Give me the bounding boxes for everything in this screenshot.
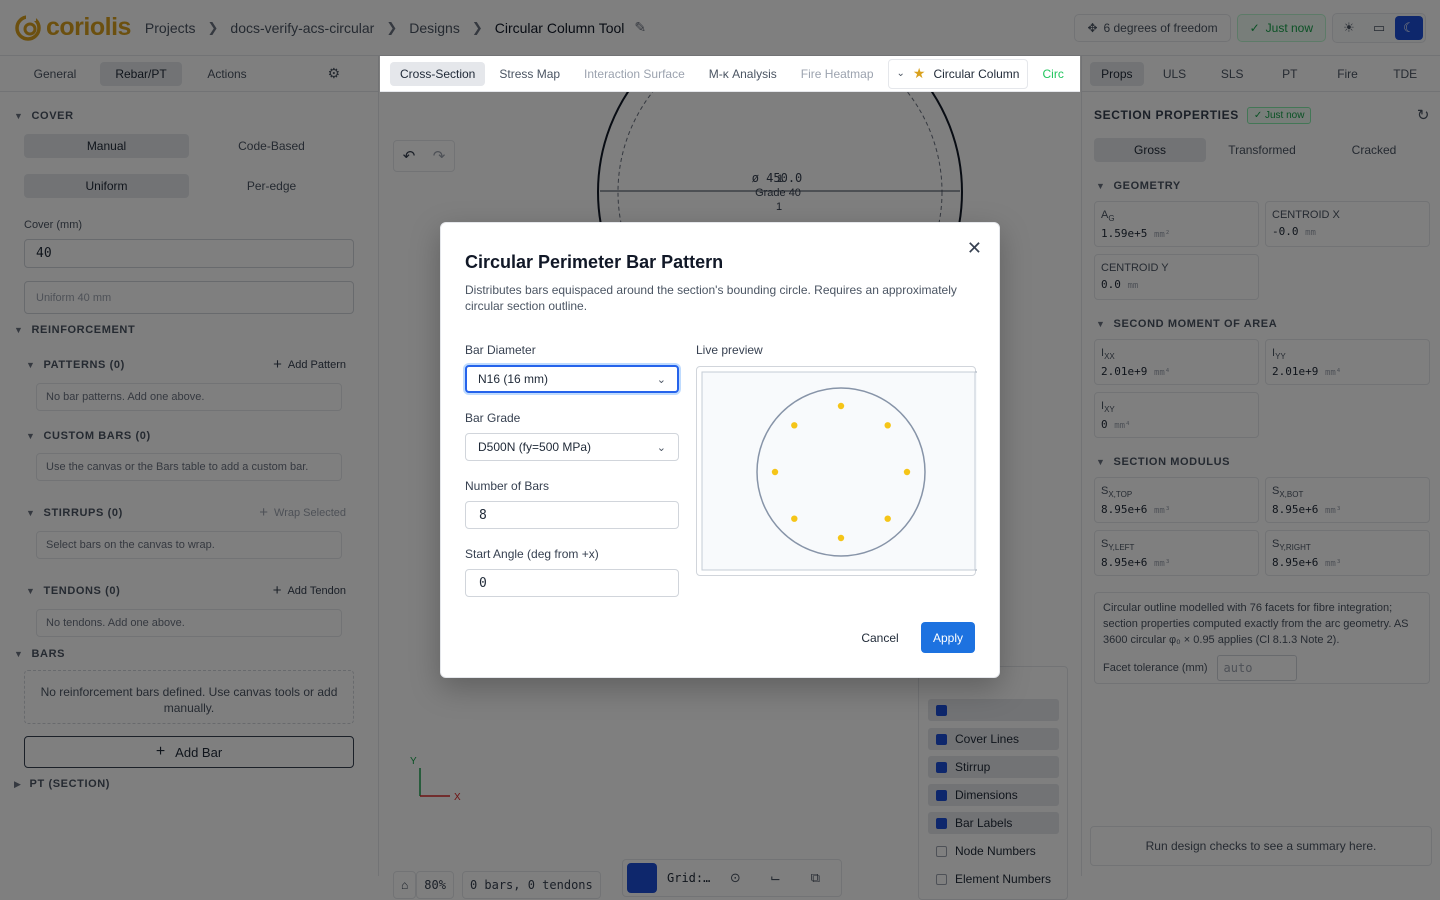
preset-selector[interactable]: ⌄ ★ Circular Column xyxy=(887,58,1029,89)
preview-bar xyxy=(771,468,779,476)
num-bars-input[interactable]: 8 xyxy=(465,501,679,529)
preview-drawing xyxy=(701,371,981,571)
bar-grade-value: D500N (fy=500 MPa) xyxy=(478,440,592,454)
preview-bar xyxy=(837,402,845,410)
preset-label: Circular Column xyxy=(933,66,1020,81)
tab-m-kappa[interactable]: M-κ Analysis xyxy=(699,62,787,86)
preview-bar xyxy=(837,534,845,542)
preview-bar xyxy=(884,422,891,429)
start-angle-label: Start Angle (deg from +x) xyxy=(465,547,599,561)
star-icon: ★ xyxy=(912,65,926,81)
close-icon[interactable]: ✕ xyxy=(967,238,982,259)
live-preview xyxy=(696,366,981,576)
chevron-down-icon: ⌄ xyxy=(896,68,905,79)
bar-grade-label: Bar Grade xyxy=(465,411,521,425)
dialog-description: Distributes bars equispaced around the s… xyxy=(465,283,957,313)
cancel-button[interactable]: Cancel xyxy=(849,623,911,653)
tab-truncated[interactable]: Circ xyxy=(1032,62,1073,86)
chevron-down-icon: ⌄ xyxy=(656,441,666,454)
tab-stress-map[interactable]: Stress Map xyxy=(489,62,570,86)
bar-diameter-value: N16 (16 mm) xyxy=(478,372,549,386)
dialog-title: Circular Perimeter Bar Pattern xyxy=(465,252,724,272)
view-tabs: Cross-Section Stress Map Interaction Sur… xyxy=(380,56,1080,92)
preview-bar xyxy=(903,468,911,476)
preview-bar xyxy=(791,422,798,429)
tab-cross-section[interactable]: Cross-Section xyxy=(390,61,486,86)
num-bars-label: Number of Bars xyxy=(465,479,550,493)
bar-grade-select[interactable]: D500N (fy=500 MPa) ⌄ xyxy=(465,433,679,461)
tab-fire-heatmap[interactable]: Fire Heatmap xyxy=(791,62,884,86)
preview-bar xyxy=(884,515,891,522)
preview-bar xyxy=(791,515,798,522)
bar-diameter-label: Bar Diameter xyxy=(465,343,536,357)
chevron-down-icon: ⌄ xyxy=(656,373,666,386)
start-angle-input[interactable]: 0 xyxy=(465,569,679,597)
circular-pattern-dialog: ✕ Circular Perimeter Bar Pattern Distrib… xyxy=(440,222,1000,678)
tab-interaction-surface[interactable]: Interaction Surface xyxy=(574,62,695,86)
bar-diameter-select[interactable]: N16 (16 mm) ⌄ xyxy=(465,365,679,393)
live-preview-label: Live preview xyxy=(696,343,763,357)
apply-button[interactable]: Apply xyxy=(921,622,975,653)
